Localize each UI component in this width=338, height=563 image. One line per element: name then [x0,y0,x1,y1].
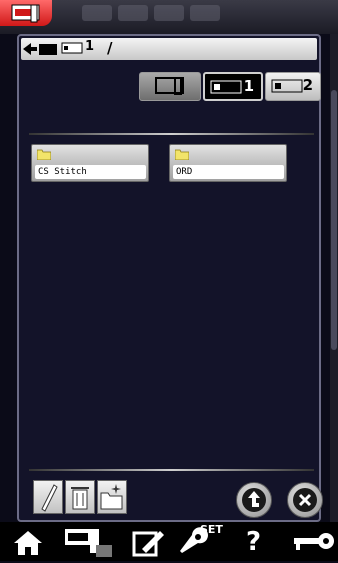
parent-folder-button[interactable] [236,482,272,518]
machine-mode-tab[interactable] [0,0,52,26]
usb-icon [210,80,242,94]
usb-1-label: 1 [243,77,254,95]
lock-button[interactable] [292,525,336,559]
folder-icon [175,149,189,160]
close-button[interactable] [287,482,323,518]
folder-item[interactable]: CS Stitch [31,144,149,182]
divider [29,133,314,135]
path-bar: 1 / [21,38,317,60]
new-folder-button[interactable] [97,480,127,514]
usb-icon [61,42,83,54]
close-icon [293,488,317,512]
bottom-nav [0,522,338,561]
usb-2-label: 2 [302,76,313,94]
machine-settings-button[interactable] [60,525,118,559]
usb-2-button[interactable]: 2 [265,72,321,101]
hoop-pen-icon [132,531,164,557]
usb-number: 1 [85,39,95,54]
pencil-icon [41,484,58,512]
sewing-machine-icon [11,4,40,23]
folder-icon [37,149,51,160]
usb-1-button[interactable]: 1 [203,72,263,101]
delete-button[interactable] [65,480,95,514]
settings-button[interactable]: SET [178,523,240,559]
trash-icon [71,487,89,510]
sewing-machine-icon [155,77,184,95]
key-icon [294,533,334,550]
home-button[interactable] [8,525,48,559]
back-arrow-icon[interactable] [23,41,59,57]
home-icon [14,531,42,555]
current-path: / [107,39,113,57]
up-arrow-icon [242,488,266,512]
sewing-machine-icon [65,529,112,557]
folder-item[interactable]: ORD [169,144,287,182]
divider [29,469,314,471]
new-folder-icon [100,484,123,510]
file-browser-panel: 1 / 1 2 CS Stitch ORD [17,34,323,522]
help-button[interactable]: ? [246,525,276,559]
folder-name: ORD [173,165,284,179]
usb-icon [271,79,303,93]
set-label: SET [200,523,223,536]
embroidery-button[interactable] [128,525,168,559]
machine-memory-button[interactable] [139,72,201,101]
rename-button[interactable] [33,480,63,514]
inactive-tabs [82,5,232,23]
folder-name: CS Stitch [35,165,146,179]
scrollbar-thumb[interactable] [331,90,337,350]
